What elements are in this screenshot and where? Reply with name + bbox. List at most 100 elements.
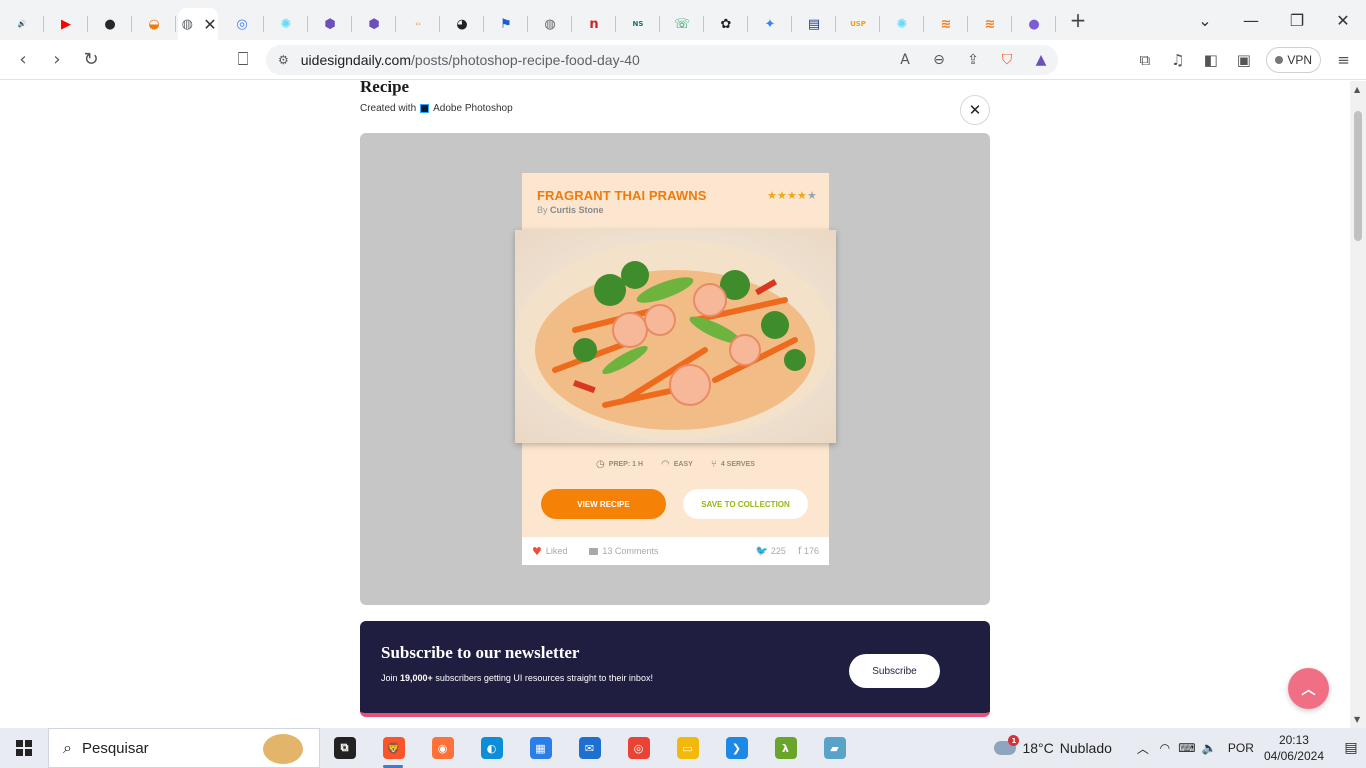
network-icon[interactable]: ◠ (1154, 741, 1176, 755)
volume-icon[interactable]: 🔈 (1198, 741, 1220, 755)
tab-search-icon[interactable]: ⌄ (1182, 0, 1228, 40)
vscode-icon: ❯ (725, 737, 748, 759)
browser-tab[interactable]: ◍ (528, 8, 572, 40)
taskbar-app[interactable]: ▦ (516, 728, 565, 768)
browser-tab[interactable]: ◎ (220, 8, 264, 40)
taskbar-app[interactable]: ✉ (565, 728, 614, 768)
translate-icon[interactable]: A (888, 45, 922, 75)
sidebar-icon[interactable]: ◧ (1194, 44, 1227, 76)
browser-tab[interactable]: ▶ (44, 8, 88, 40)
new-tab-button[interactable]: + (1062, 4, 1094, 36)
taskbar-app[interactable]: ▭ (663, 728, 712, 768)
view-recipe-button[interactable]: VIEW RECIPE (541, 489, 666, 519)
meta-label: EASY (673, 461, 693, 468)
browser-tab[interactable]: ⚑ (484, 8, 528, 40)
browser-tab[interactable]: ☏ (660, 8, 704, 40)
menu-icon[interactable]: ≡ (1327, 44, 1360, 76)
scroll-up-icon[interactable]: ▲ (1354, 85, 1360, 94)
twitter-share[interactable]: 🐦 225 (756, 546, 786, 557)
minimize-button[interactable]: — (1228, 0, 1274, 40)
lambda-app-icon: λ (774, 737, 797, 759)
keyboard-icon[interactable]: ⌨ (1176, 741, 1198, 755)
url-text[interactable]: uidesigndaily.com/posts/photoshop-recipe… (301, 52, 640, 68)
browser-tab[interactable]: ✺ (264, 8, 308, 40)
browser-tab[interactable]: ● (88, 8, 132, 40)
address-bar[interactable]: ⚙ uidesigndaily.com/posts/photoshop-reci… (266, 45, 1058, 75)
weather-text: Nublado (1059, 740, 1112, 756)
chef-hat-icon: ◠ (661, 459, 670, 470)
close-button[interactable]: ✕ (960, 95, 990, 125)
facebook-share[interactable]: f 176 (798, 546, 819, 557)
taskbar-app[interactable]: ⧉ (320, 728, 369, 768)
browser-tab[interactable]: ◕ (440, 8, 484, 40)
heart-icon[interactable]: ♥ (532, 545, 542, 558)
share-icon[interactable]: ⇪ (956, 45, 990, 75)
browser-tab[interactable]: 🔊 (0, 8, 44, 40)
browser-tab[interactable]: n (572, 8, 616, 40)
url-path: /posts/photoshop-recipe-food-day-40 (411, 52, 640, 68)
taskbar-app[interactable]: ◎ (614, 728, 663, 768)
taskbar-app[interactable]: ◉ (418, 728, 467, 768)
start-button[interactable] (0, 728, 48, 768)
site-info-icon[interactable]: ⚙ (278, 53, 289, 67)
vpn-button[interactable]: VPN (1266, 47, 1321, 73)
chrome-icon: ◎ (627, 737, 650, 759)
browser-tab[interactable]: ⬢ (308, 8, 352, 40)
browser-tab[interactable]: ◍ ✕ (178, 8, 218, 40)
media-icon[interactable]: ♫ (1161, 44, 1194, 76)
bookmark-icon[interactable]: ⎕ (226, 44, 260, 76)
taskbar-search[interactable]: ⌕ Pesquisar (48, 728, 320, 768)
browser-tab[interactable]: ▤ (792, 8, 836, 40)
subscribe-button[interactable]: Subscribe (849, 654, 940, 688)
scrollbar-thumb[interactable] (1354, 111, 1362, 241)
brave-rewards-icon[interactable]: ▲ (1024, 45, 1058, 75)
twitter-count: 225 (770, 545, 786, 556)
sparkle-icon: ✦ (764, 16, 776, 32)
zoom-icon[interactable]: ⊖ (922, 45, 956, 75)
page-scrollbar[interactable]: ▲ ▼ (1350, 81, 1366, 728)
browser-tab[interactable]: USP (836, 8, 880, 40)
browser-tab[interactable]: ◒ (132, 8, 176, 40)
show-hidden-icons[interactable]: ︿ (1132, 740, 1154, 757)
brave-shields-icon[interactable]: ⛉ (990, 45, 1024, 75)
clock[interactable]: 20:13 04/06/2024 (1264, 732, 1324, 764)
search-highlight-icon (263, 734, 303, 764)
browser-tab[interactable]: NS (616, 8, 660, 40)
browser-tab[interactable]: ⬢ (352, 8, 396, 40)
browser-tab[interactable]: ● (1012, 8, 1056, 40)
save-to-collection-button[interactable]: SAVE TO COLLECTION (683, 489, 808, 519)
notifications-icon[interactable]: ▤ (1336, 740, 1366, 756)
card-footer: ♥ Liked 13 Comments 🐦 225 f 176 (522, 537, 829, 565)
close-window-button[interactable]: ✕ (1320, 0, 1366, 40)
browser-tab[interactable]: ✺ (880, 8, 924, 40)
food-image (515, 230, 836, 443)
weather-widget[interactable]: 1 18°C Nublado (994, 735, 1112, 756)
noodle-icon: ◒ (148, 16, 160, 32)
browser-tab[interactable]: ≋ (968, 8, 1012, 40)
taskbar-app[interactable]: λ (761, 728, 810, 768)
flag-icon: ⚑ (500, 16, 512, 32)
close-tab-icon[interactable]: ✕ (203, 15, 216, 34)
forward-button[interactable]: › (40, 44, 74, 76)
browser-tab[interactable]: ✿ (704, 8, 748, 40)
browser-tab[interactable]: ‹› (396, 8, 440, 40)
taskbar-app[interactable]: ▰ (810, 728, 859, 768)
notes-app-icon: ▰ (823, 737, 846, 759)
browser-tab[interactable]: ✦ (748, 8, 792, 40)
browser-tab[interactable]: ≋ (924, 8, 968, 40)
taskbar-app[interactable]: ❯ (712, 728, 761, 768)
extensions-icon[interactable]: ⧉ (1128, 44, 1161, 76)
taskbar-app[interactable]: 🦁 (369, 728, 418, 768)
openai-icon: ✿ (720, 16, 732, 32)
comments[interactable]: 13 Comments (589, 546, 658, 556)
reload-button[interactable]: ↻ (74, 44, 108, 76)
wallet-icon[interactable]: ▣ (1227, 44, 1260, 76)
restore-button[interactable]: ❐ (1274, 0, 1320, 40)
scroll-to-top-button[interactable]: ︿ (1288, 668, 1329, 709)
scroll-down-icon[interactable]: ▼ (1354, 715, 1360, 724)
taskbar-app[interactable]: ◐ (467, 728, 516, 768)
comment-icon (589, 547, 599, 555)
language-indicator[interactable]: POR (1228, 741, 1254, 755)
back-button[interactable]: ‹ (6, 44, 40, 76)
meta-label: 4 SERVES (720, 461, 755, 468)
